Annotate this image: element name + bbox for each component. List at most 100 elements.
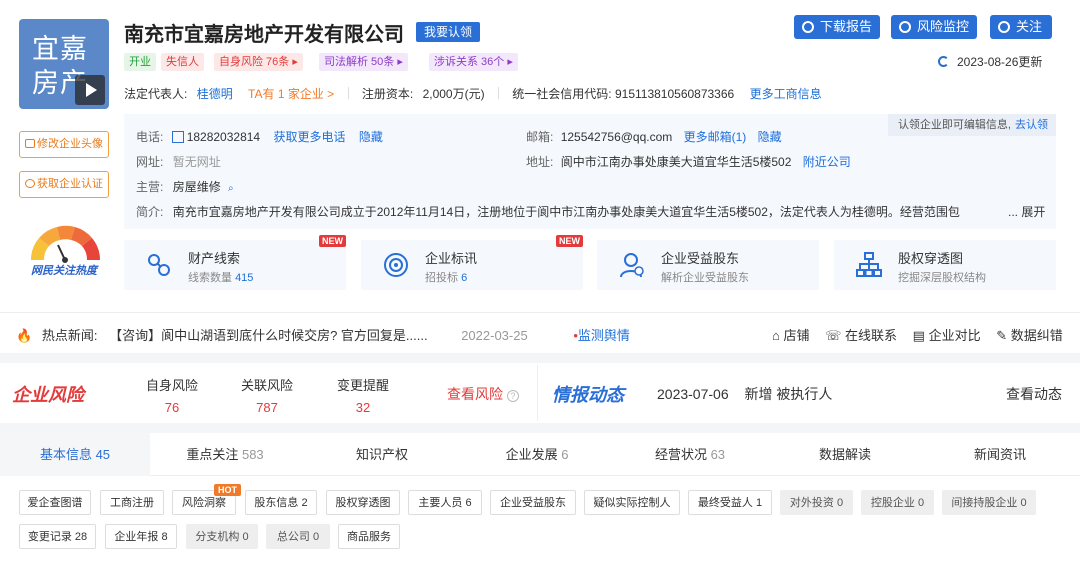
company-name: 南充市宜嘉房地产开发有限公司 [124, 24, 404, 46]
card-title: 企业受益股东 [661, 251, 740, 266]
tab-development[interactable]: 企业发展 6 [464, 433, 610, 476]
tab-basic-info[interactable]: 基本信息 45 [0, 433, 150, 476]
risk-monitor-button[interactable]: 风险监控 [891, 15, 977, 39]
tender-card[interactable]: 企业标讯 招投标 6 NEW [361, 235, 583, 290]
hide-email-link[interactable]: 隐藏 [758, 130, 782, 144]
follow-button[interactable]: 关注 [990, 15, 1052, 39]
divider [497, 87, 499, 99]
view-intel-link[interactable]: 查看动态 [1006, 384, 1062, 404]
target-icon [384, 253, 408, 277]
ta-companies-link[interactable]: TA有 1 家企业 > [248, 87, 334, 101]
card-sub: 招投标 6 [425, 272, 468, 284]
main-business-row: 主营: 房屋维修 ⌕ [136, 180, 234, 194]
update-time: 2023-08-26更新 [938, 53, 1042, 70]
download-report-button[interactable]: 下载报告 [794, 15, 880, 39]
view-risk-link[interactable]: 查看风险 ? [447, 384, 519, 404]
sub-item-graph[interactable]: 爱企查图谱 [19, 490, 91, 515]
sub-item-holding[interactable]: 控股企业 0 [861, 490, 934, 515]
phone-icon [171, 131, 184, 143]
get-certification-button[interactable]: 获取企业认证 [19, 171, 109, 198]
beneficiary-card[interactable]: 企业受益股东 解析企业受益股东 [597, 240, 819, 290]
go-claim-link[interactable]: 去认领 [1015, 119, 1048, 131]
sub-item-annual-report[interactable]: 企业年报 8 [105, 524, 177, 549]
refresh-icon[interactable] [938, 56, 949, 67]
sub-item-shareholders[interactable]: 股东信息 2 [245, 490, 317, 515]
compare-icon: ▤ [912, 328, 925, 343]
card-title: 企业标讯 [425, 251, 478, 266]
hide-phone-link[interactable]: 隐藏 [359, 130, 383, 144]
sub-item-beneficiary[interactable]: 企业受益股东 [490, 490, 576, 515]
play-icon[interactable] [75, 75, 105, 105]
section-gap [0, 353, 1080, 363]
sub-item-investment[interactable]: 对外投资 0 [780, 490, 853, 515]
legal-rep-link[interactable]: 桂德明 [197, 87, 233, 101]
card-sub: 解析企业受益股东 [661, 272, 749, 284]
phone-value: 18282032814 [186, 130, 261, 144]
related-risk-stat[interactable]: 关联风险 787 [232, 375, 302, 415]
sub-item-key-personnel[interactable]: 主要人员 6 [408, 490, 482, 515]
credit-code-value: 915113810560873366 [614, 87, 735, 101]
self-risk-stat[interactable]: 自身风险 76 [137, 375, 207, 415]
main-tabs: 基本信息 45 重点关注 583 知识产权 企业发展 6 经营状况 63 数据解… [0, 433, 1080, 476]
sub-item-parent-company[interactable]: 总公司 0 [266, 524, 330, 549]
lawsuit-tag[interactable]: 涉诉关系 36个 ▸ [429, 53, 518, 71]
company-logo[interactable]: 宜嘉 房产 [19, 19, 109, 109]
sub-item-equity-chart[interactable]: 股权穿透图 [326, 490, 400, 515]
user-icon [620, 253, 644, 278]
tab-operations[interactable]: 经营状况 63 [610, 433, 770, 476]
expand-intro-link[interactable]: ... 展开 [1004, 203, 1046, 220]
asset-clue-icon [148, 254, 170, 276]
news-headline-link[interactable]: 【咨询】阆中山湖语到底什么时候交房? 官方回复是...... [109, 328, 428, 343]
tab-ip[interactable]: 知识产权 [300, 433, 464, 476]
card-sub: 线索数量 415 [188, 272, 254, 284]
intro-text: 南充市宜嘉房地产开发有限公司成立于2012年11月14日，注册地位于阆中市江南办… [172, 205, 960, 219]
sub-item-products[interactable]: 商品服务 [338, 524, 400, 549]
online-contact-link[interactable]: ☏ 在线联系 [825, 328, 897, 343]
contact-info-box: 认领企业即可编辑信息, 去认领 电话: 18282032814 获取更多电话 隐藏… [124, 114, 1056, 229]
shop-link[interactable]: ⌂ 店铺 [772, 328, 810, 343]
company-compare-link[interactable]: ▤ 企业对比 [913, 328, 981, 343]
self-risk-tag[interactable]: 自身风险 76条 ▸ [214, 53, 303, 71]
chat-icon: ☏ [825, 328, 842, 343]
card-title: 财产线索 [188, 251, 241, 266]
status-badge-dishonest[interactable]: 失信人 [161, 53, 204, 71]
equity-chart-card[interactable]: 股权穿透图 挖掘深层股权结构 [834, 240, 1056, 290]
more-phone-link[interactable]: 获取更多电话 [273, 130, 345, 144]
address-value: 阆中市江南办事处康美大道宜华生活5楼502 [560, 155, 792, 169]
claim-button[interactable]: 我要认领 [416, 22, 481, 42]
address-row: 地址: 阆中市江南办事处康美大道宜华生活5楼502 附近公司 [526, 155, 851, 169]
sub-item-ultimate-beneficiary[interactable]: 最终受益人 1 [688, 490, 772, 515]
more-email-link[interactable]: 更多邮箱(1) [684, 130, 747, 144]
shop-icon: ⌂ [772, 328, 780, 343]
monitor-sentiment-link[interactable]: 监测舆情 [578, 328, 630, 343]
tab-key-focus[interactable]: 重点关注 583 [150, 433, 300, 476]
eye-icon [899, 21, 911, 33]
more-business-info-link[interactable]: 更多工商信息 [750, 87, 822, 101]
new-badge: NEW [319, 235, 346, 247]
sub-item-registration[interactable]: 工商注册 [100, 490, 164, 515]
fire-icon: 🔥 [16, 328, 33, 343]
sub-item-actual-controller[interactable]: 疑似实际控制人 [584, 490, 680, 515]
sub-item-change-log[interactable]: 变更记录 28 [19, 524, 96, 549]
search-icon[interactable]: ⌕ [228, 183, 234, 194]
tab-data-insight[interactable]: 数据解读 [770, 433, 920, 476]
capital-value: 2,000万(元) [422, 87, 485, 101]
new-badge: NEW [556, 235, 583, 247]
legal-rep-label: 法定代表人: [124, 87, 188, 101]
edit-avatar-button[interactable]: 修改企业头像 [19, 131, 109, 158]
hot-badge: HOT [214, 484, 241, 496]
sub-item-indirect-holding[interactable]: 间接持股企业 0 [942, 490, 1036, 515]
judicial-tag[interactable]: 司法解析 50条 ▸ [319, 53, 408, 71]
data-correction-link[interactable]: ✎ 数据纠错 [996, 328, 1063, 343]
help-icon[interactable]: ? [506, 390, 519, 402]
main-business-value: 房屋维修 [172, 180, 221, 194]
sub-item-branches[interactable]: 分支机构 0 [186, 524, 258, 549]
news-tools: ⌂ 店铺 ☏ 在线联系 ▤ 企业对比 ✎ 数据纠错 [772, 325, 1063, 344]
asset-clue-card[interactable]: 财产线索 线索数量 415 NEW [124, 235, 346, 290]
download-icon [802, 21, 814, 33]
change-alert-stat[interactable]: 变更提醒 32 [328, 375, 398, 415]
nearby-companies-link[interactable]: 附近公司 [803, 155, 851, 169]
tab-news[interactable]: 新闻资讯 [920, 433, 1080, 476]
image-icon [25, 139, 35, 148]
website-row: 网址: 暂无网址 [136, 155, 221, 169]
